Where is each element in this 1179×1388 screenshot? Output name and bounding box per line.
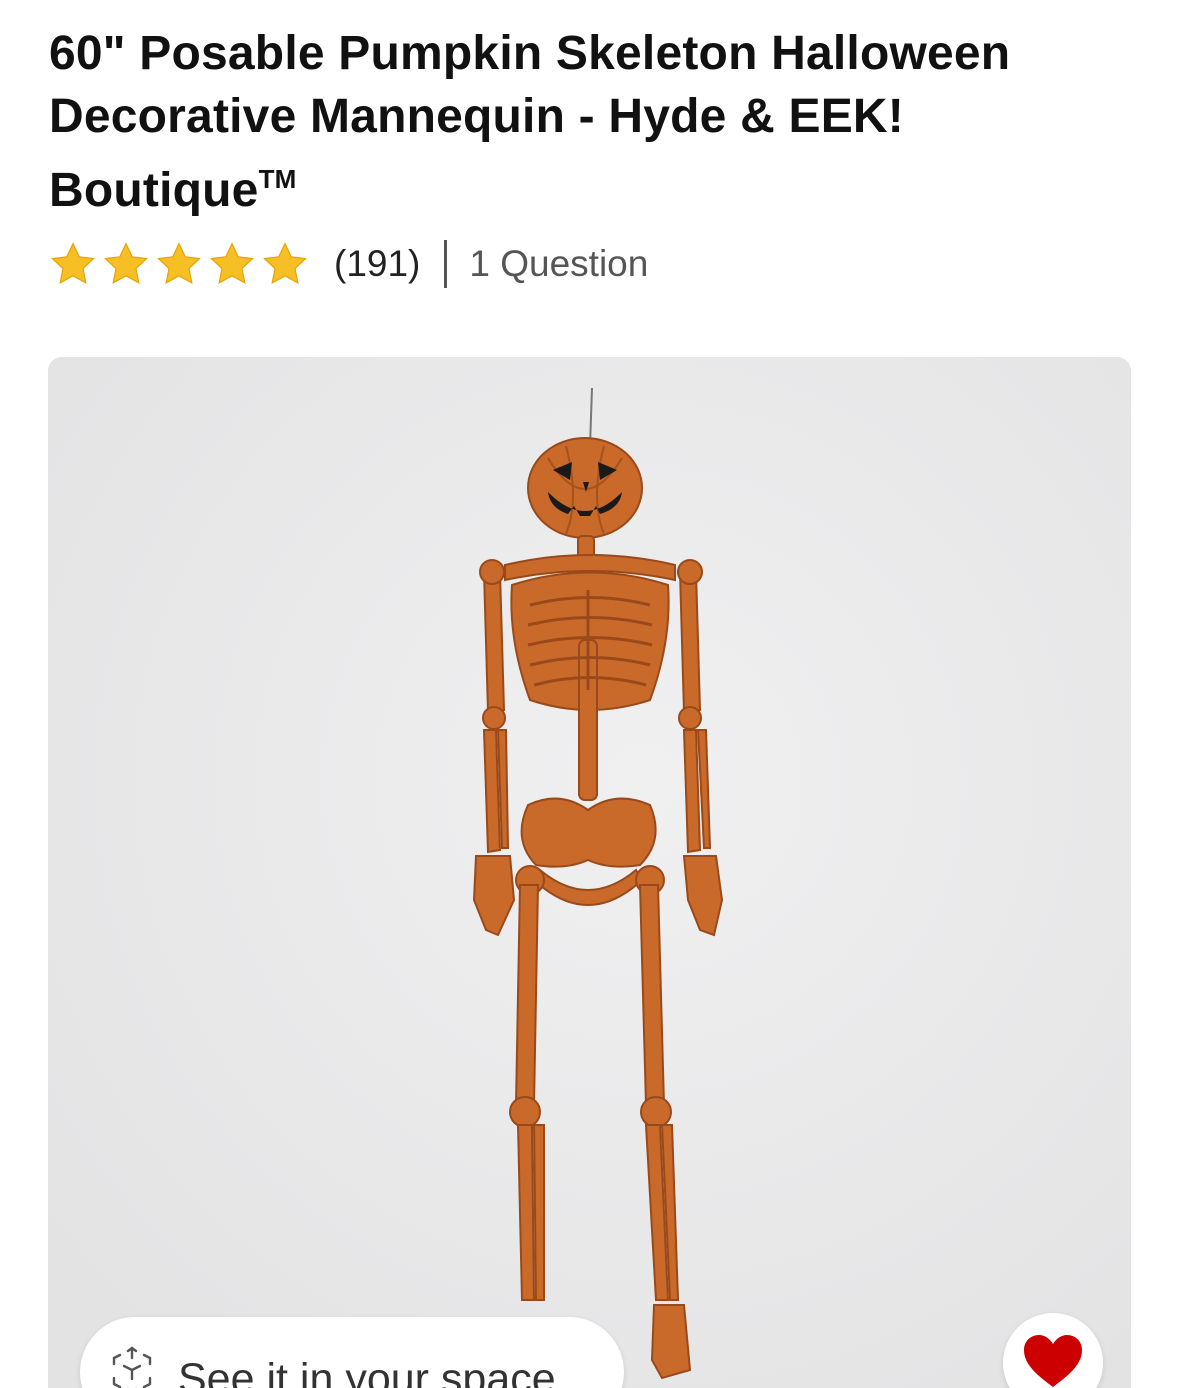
star-icon	[49, 240, 97, 288]
ar-button-label: See it in your space	[178, 1354, 556, 1388]
star-icon	[261, 240, 309, 288]
star-icon	[155, 240, 203, 288]
star-icon	[208, 240, 256, 288]
rating-divider	[444, 240, 448, 288]
questions-link[interactable]: 1 Question	[469, 243, 648, 285]
product-page: 60" Posable Pumpkin Skeleton Halloween D…	[0, 0, 1179, 1388]
trademark-mark: TM	[258, 164, 297, 194]
star-icon	[102, 240, 150, 288]
see-it-in-your-space-button[interactable]: See it in your space	[80, 1317, 624, 1388]
heart-icon	[1022, 1333, 1084, 1388]
product-title-text: 60" Posable Pumpkin Skeleton Halloween D…	[49, 27, 1011, 217]
product-image[interactable]	[48, 357, 1131, 1388]
pumpkin-skeleton-image	[48, 357, 1131, 1388]
review-count-link[interactable]: (191)	[334, 243, 420, 285]
product-title: 60" Posable Pumpkin Skeleton Halloween D…	[49, 22, 1139, 222]
star-rating[interactable]	[49, 240, 309, 288]
rating-row[interactable]: (191) 1 Question	[49, 236, 648, 292]
ar-cube-icon	[106, 1344, 158, 1388]
